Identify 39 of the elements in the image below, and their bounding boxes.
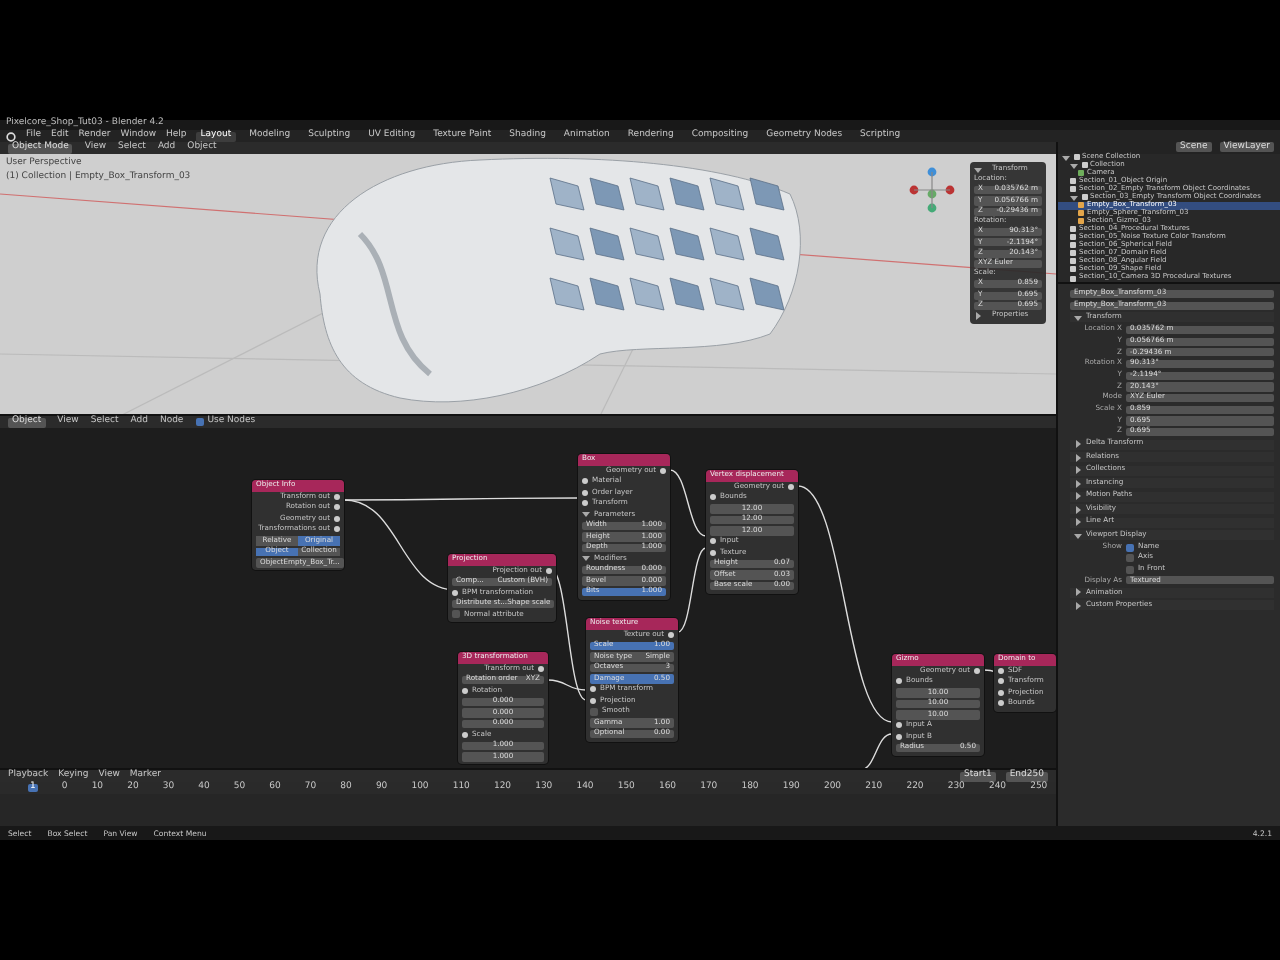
- node-link: [669, 469, 707, 538]
- collapsed-arrow-icon[interactable]: [1074, 479, 1082, 488]
- checkbox[interactable]: [452, 610, 460, 619]
- node-link: [677, 547, 707, 634]
- socket-icon[interactable]: [538, 665, 544, 672]
- expanded-arrow-icon[interactable]: [1074, 531, 1082, 540]
- socket-icon[interactable]: [546, 567, 552, 574]
- expanded-arrow-icon[interactable]: [582, 510, 590, 519]
- socket-icon[interactable]: [788, 483, 794, 490]
- collapsed-arrow-icon[interactable]: [1074, 601, 1082, 610]
- camera-icon: [1078, 170, 1084, 177]
- expanded-arrow-icon[interactable]: [974, 166, 982, 174]
- collapsed-arrow-icon[interactable]: [1074, 588, 1082, 597]
- socket-icon[interactable]: [668, 631, 674, 638]
- socket-icon[interactable]: [974, 667, 980, 674]
- checkbox[interactable]: [1126, 543, 1134, 552]
- collapsed-arrow-icon[interactable]: [1074, 518, 1082, 527]
- socket-icon[interactable]: [660, 467, 666, 474]
- collapsed-arrow-icon[interactable]: [974, 312, 982, 321]
- node-link: [859, 733, 893, 769]
- expanded-arrow-icon[interactable]: [582, 554, 590, 563]
- axis-gizmo-icon[interactable]: [908, 166, 956, 214]
- socket-icon[interactable]: [896, 678, 902, 685]
- checkbox[interactable]: [1126, 565, 1134, 574]
- checkbox[interactable]: [1126, 554, 1134, 563]
- socket-icon[interactable]: [452, 589, 458, 596]
- collapsed-arrow-icon[interactable]: [1074, 492, 1082, 501]
- socket-icon[interactable]: [462, 687, 468, 694]
- collapsed-arrow-icon[interactable]: [1074, 440, 1082, 449]
- collapsed-arrow-icon[interactable]: [1074, 505, 1082, 514]
- collapsed-arrow-icon[interactable]: [1074, 453, 1082, 462]
- socket-icon[interactable]: [462, 731, 468, 738]
- checkbox[interactable]: [590, 707, 598, 716]
- collapsed-arrow-icon[interactable]: [1074, 466, 1082, 475]
- socket-icon[interactable]: [710, 494, 716, 501]
- app-logo-icon[interactable]: [6, 131, 16, 141]
- checkbox[interactable]: [195, 418, 204, 427]
- expanded-arrow-icon[interactable]: [1074, 313, 1082, 322]
- expanded-arrow-icon[interactable]: [1070, 193, 1078, 202]
